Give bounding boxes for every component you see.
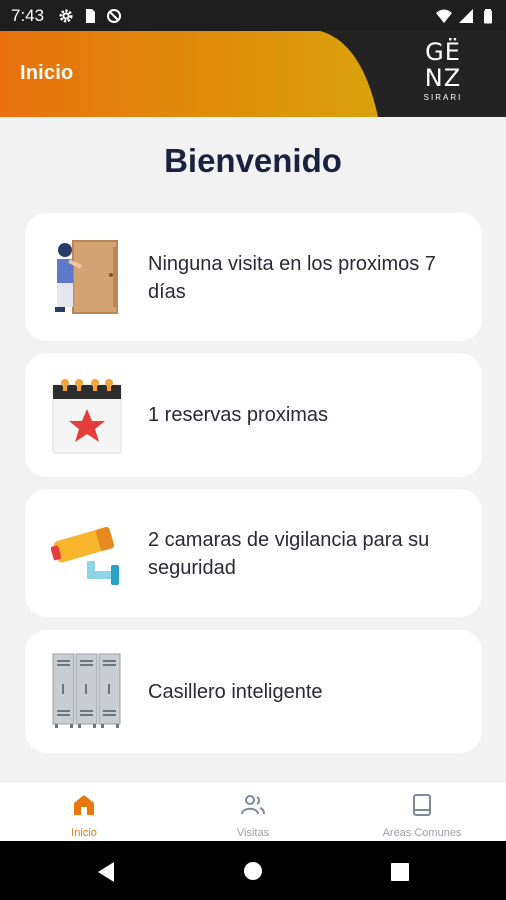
genz-logo: GË NZ SIRARI <box>418 39 468 115</box>
logo-sub: SIRARI <box>423 93 463 102</box>
nav-label-inicio: Inicio <box>71 827 97 839</box>
battery-icon <box>484 8 492 23</box>
nav-item-inicio[interactable]: Inicio <box>0 782 168 842</box>
recents-icon[interactable] <box>391 863 409 881</box>
reservations-card-text: 1 reservas proximas <box>148 404 329 426</box>
visits-card-text: Ninguna visita en los proximos 7 días <box>148 253 436 303</box>
wifi-icon <box>436 9 452 23</box>
status-icons-right <box>436 8 496 24</box>
system-nav-bar <box>0 841 506 900</box>
welcome-heading: Bienvenido <box>164 142 342 179</box>
logo-line-1: GË <box>425 38 461 66</box>
logo-line-2: NZ <box>424 64 462 92</box>
security-camera-icon <box>51 527 119 585</box>
reservations-card[interactable]: 1 reservas proximas <box>25 353 482 477</box>
page-title: Inicio <box>20 62 74 84</box>
calendar-star-icon <box>52 379 122 454</box>
cameras-card-text: 2 camaras de vigilancia para su segurida… <box>148 529 430 579</box>
home-circle-icon[interactable] <box>243 861 263 881</box>
gear-icon <box>59 9 73 22</box>
book-icon <box>413 794 431 816</box>
status-icons-left <box>58 8 122 24</box>
visitor-door-icon <box>55 240 118 314</box>
lockers-icon <box>52 653 121 728</box>
lockers-card-text: Casillero inteligente <box>148 681 323 703</box>
nav-label-areas-comunes: Areas Comunes <box>382 827 462 839</box>
back-icon[interactable] <box>96 861 116 883</box>
app-header: Inicio GË NZ SIRARI <box>0 31 506 117</box>
signal-icon <box>459 8 473 23</box>
sim-card-icon <box>86 8 96 23</box>
nav-item-visitas[interactable]: Visitas <box>169 782 337 842</box>
cameras-card[interactable]: 2 camaras de vigilancia para su segurida… <box>25 489 482 617</box>
home-icon <box>74 795 94 815</box>
people-icon <box>241 795 265 815</box>
status-bar: 7:43 <box>0 0 506 31</box>
visits-card[interactable]: Ninguna visita en los proximos 7 días <box>25 213 482 341</box>
lockers-card[interactable]: Casillero inteligente <box>25 630 482 753</box>
nav-item-areas-comunes[interactable]: Areas Comunes <box>338 782 506 842</box>
dnd-icon <box>107 8 122 23</box>
bottom-nav: Inicio Visitas Areas Comunes <box>0 781 506 841</box>
status-time: 7:43 <box>11 5 45 25</box>
nav-label-visitas: Visitas <box>236 827 270 839</box>
